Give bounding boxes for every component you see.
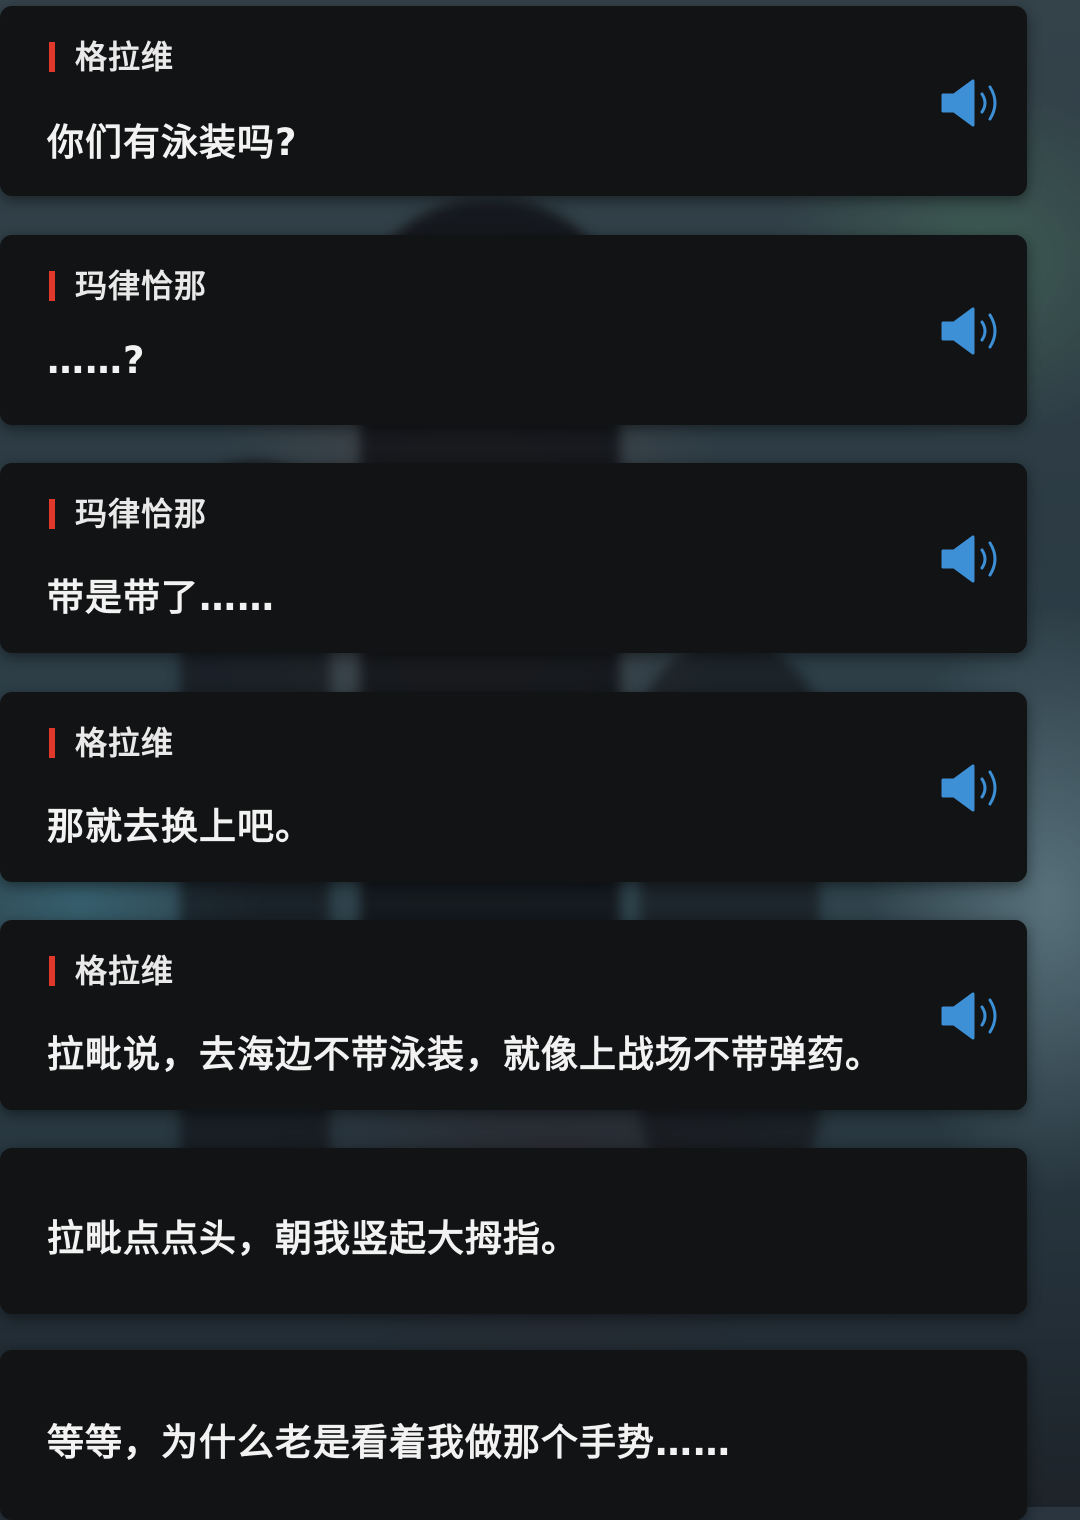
speaker-volume-icon (941, 992, 997, 1040)
speaker-name: 格拉维 (75, 952, 175, 990)
dialogue-text: 那就去换上吧。 (47, 805, 313, 848)
speaker-volume-icon (941, 764, 997, 812)
speaker-accent-bar (49, 271, 55, 301)
speaker-row: 格拉维 (49, 34, 174, 76)
speaker-row: 玛律恰那 (49, 491, 207, 533)
narration-text: 等等，为什么老是看着我做那个手势…… (47, 1421, 731, 1464)
dialogue-text: 带是带了…… (47, 576, 275, 619)
dialogue-card: 格拉维 拉毗说，去海边不带泳装，就像上战场不带弹药。 (0, 920, 1027, 1110)
speaker-name: 玛律恰那 (75, 495, 208, 533)
play-voice-button[interactable] (940, 533, 1004, 585)
speaker-accent-bar (49, 728, 55, 758)
dialogue-card: 玛律恰那 带是带了…… (0, 463, 1027, 653)
play-voice-button[interactable] (940, 990, 1004, 1042)
narration-card: 拉毗点点头，朝我竖起大拇指。 (0, 1148, 1027, 1314)
dialogue-card: 格拉维 你们有泳装吗? (0, 6, 1027, 196)
dialogue-text: 你们有泳装吗? (47, 121, 298, 164)
speaker-volume-icon (941, 535, 997, 583)
play-voice-button[interactable] (940, 762, 1004, 814)
dialogue-card: 玛律恰那 ……? (0, 235, 1027, 425)
dialogue-text: 拉毗说，去海边不带泳装，就像上战场不带弹药。 (47, 1033, 883, 1076)
dialogue-card: 格拉维 那就去换上吧。 (0, 692, 1027, 882)
speaker-row: 格拉维 (49, 720, 174, 762)
speaker-name: 格拉维 (75, 38, 175, 76)
speaker-accent-bar (49, 956, 55, 986)
speaker-name: 玛律恰那 (75, 267, 208, 305)
narration-text: 拉毗点点头，朝我竖起大拇指。 (47, 1217, 579, 1260)
dialogue-text: ……? (47, 339, 146, 382)
play-voice-button[interactable] (940, 77, 1004, 129)
speaker-row: 格拉维 (49, 948, 174, 990)
speaker-row: 玛律恰那 (49, 263, 207, 305)
speaker-accent-bar (49, 42, 55, 72)
speaker-name: 格拉维 (75, 724, 175, 762)
play-voice-button[interactable] (940, 305, 1004, 357)
narration-card: 等等，为什么老是看着我做那个手势…… (0, 1350, 1027, 1520)
speaker-volume-icon (941, 307, 997, 355)
speaker-volume-icon (941, 79, 997, 127)
speaker-accent-bar (49, 499, 55, 529)
